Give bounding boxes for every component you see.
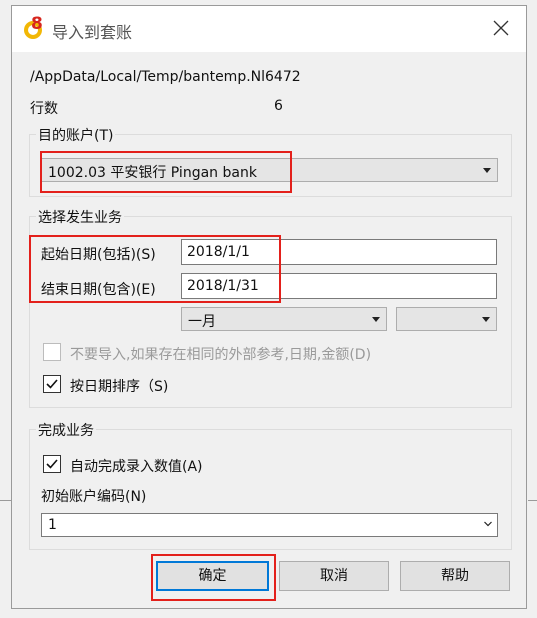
no-import-checkbox[interactable]	[43, 343, 61, 361]
rows-label: 行数	[30, 101, 58, 117]
period-select[interactable]	[396, 307, 497, 331]
help-button[interactable]: 帮助	[400, 561, 510, 591]
account-group-label: 目的账户(T)	[36, 125, 116, 145]
complete-group-label: 完成业务	[36, 420, 96, 440]
checkmark-icon	[46, 379, 58, 389]
window-title: 导入到套账	[52, 23, 133, 42]
end-date-input[interactable]	[181, 273, 497, 299]
business-group-label: 选择发生业务	[36, 207, 124, 227]
sort-by-date-label: 按日期排序（S)	[70, 379, 169, 395]
account-select-value: 1002.03 平安银行 Pingan bank	[48, 165, 257, 181]
sort-by-date-checkbox[interactable]	[43, 375, 61, 393]
no-import-label: 不要导入,如果存在相同的外部参考,日期,金额(D)	[70, 347, 372, 363]
chevron-down-icon	[372, 317, 380, 322]
month-select-value: 一月	[188, 314, 216, 330]
auto-complete-label: 自动完成录入数值(A)	[70, 459, 203, 475]
initial-code-select[interactable]: 1	[41, 513, 498, 537]
start-date-input[interactable]	[181, 239, 497, 265]
cancel-button[interactable]: 取消	[279, 561, 389, 591]
start-date-label: 起始日期(包括)(S)	[41, 247, 156, 263]
chevron-down-icon	[484, 521, 492, 527]
account-select[interactable]: 1002.03 平安银行 Pingan bank	[41, 158, 498, 182]
title-bar: 8 导入到套账	[12, 6, 526, 52]
chevron-down-icon	[483, 168, 491, 173]
auto-complete-checkbox[interactable]	[43, 455, 61, 473]
chevron-down-icon	[482, 317, 490, 322]
close-icon[interactable]	[488, 15, 514, 41]
app-logo-icon: 8	[24, 14, 43, 39]
rows-value: 6	[274, 98, 283, 114]
import-dialog: 8 导入到套账 /AppData/Local/Temp/bantemp.Nl64…	[11, 5, 527, 609]
file-path: /AppData/Local/Temp/bantemp.Nl6472	[30, 69, 301, 85]
checkmark-icon	[46, 459, 58, 469]
initial-code-value: 1	[48, 517, 57, 533]
background-line	[528, 500, 537, 501]
month-select[interactable]: 一月	[181, 307, 387, 331]
initial-code-label: 初始账户编码(N)	[41, 489, 147, 505]
ok-button[interactable]: 确定	[156, 561, 269, 591]
end-date-label: 结束日期(包含)(E)	[41, 282, 156, 298]
svg-text:8: 8	[31, 14, 43, 34]
